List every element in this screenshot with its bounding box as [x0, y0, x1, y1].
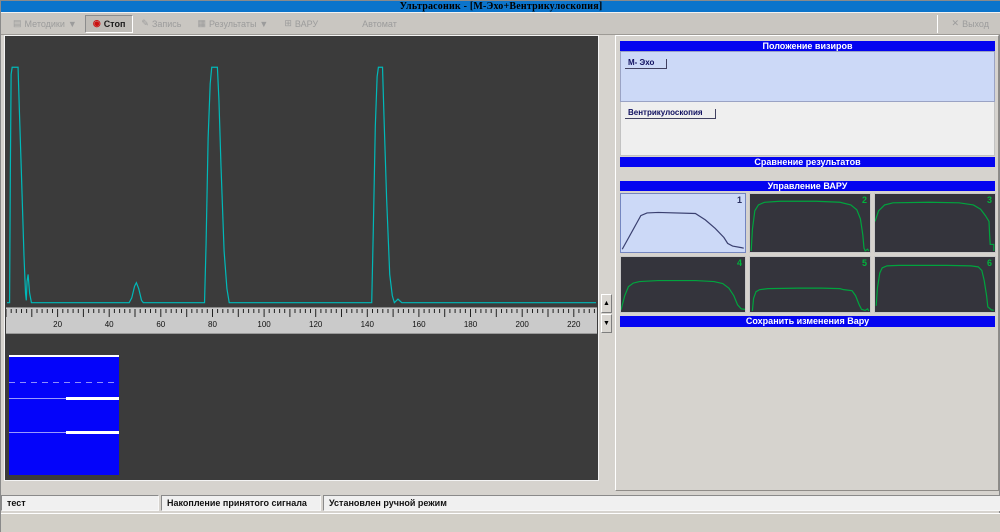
scroll-strip: ▲ ▼ — [600, 35, 613, 481]
scroll-down-button[interactable]: ▼ — [601, 314, 612, 333]
document-title: [М-Эхо+Вентрикулоскопия] — [469, 1, 603, 12]
svg-text:80: 80 — [208, 320, 217, 329]
svg-text:40: 40 — [105, 320, 114, 329]
varu-panel-3[interactable]: 3 — [874, 193, 996, 253]
exit-icon: ✕ — [951, 18, 960, 28]
echo-line-low-left — [9, 432, 67, 433]
results-button[interactable]: ▦ Результаты ▼ — [190, 15, 277, 33]
scroll-up-button[interactable]: ▲ — [601, 294, 612, 313]
varu-panel-5[interactable]: 5 — [749, 256, 871, 313]
visors-header: Положение визиров — [620, 41, 995, 51]
auto-button[interactable]: Автомат — [354, 15, 405, 33]
mecho-visor-box: М- Эхо — [620, 51, 995, 102]
echo-chart-panel: 20 40 60 80 100 120 140 160 180 200 220 — [4, 35, 599, 481]
toolbar-separator — [936, 14, 938, 33]
scroll-down-icon: ▼ — [603, 320, 610, 327]
save-varu-button[interactable]: Сохранить изменения Вару — [620, 316, 995, 327]
varu-panel-6[interactable]: 6 — [874, 256, 996, 313]
m-echo-waveform — [7, 38, 596, 304]
chevron-down-icon: ▼ — [67, 18, 77, 29]
vent-visor-box: Вентрикулоскопия — [620, 102, 995, 156]
svg-text:120: 120 — [309, 320, 323, 329]
exit-button[interactable]: ✕ Выход — [944, 15, 997, 33]
tab-mecho[interactable]: М- Эхо — [625, 59, 668, 69]
status-signal: Накопление принятого сигнала — [161, 495, 321, 511]
varu-button[interactable]: ⊞ ВАРУ — [276, 15, 326, 33]
svg-text:160: 160 — [412, 320, 426, 329]
echo-line-mid-right — [66, 397, 119, 400]
app-title: Ультрасоник - — [399, 1, 470, 12]
tab-ventriculoscopy[interactable]: Вентрикулоскопия — [625, 109, 716, 119]
varu-panel-1[interactable]: 1 — [620, 193, 746, 253]
ventriculoscopy-image — [9, 355, 119, 475]
svg-text:60: 60 — [156, 320, 165, 329]
svg-text:140: 140 — [361, 320, 375, 329]
bottom-panel — [1, 513, 1000, 532]
svg-text:220: 220 — [567, 320, 581, 329]
main-toolbar: ▤ Методики ▼ ◉ Стоп ✎ Запись ▦ Результат… — [1, 12, 1000, 35]
varu-panel-4[interactable]: 4 — [620, 256, 746, 313]
stop-icon: ◉ — [92, 18, 101, 28]
varu-row-2: 4 5 6 — [620, 256, 996, 313]
svg-text:200: 200 — [516, 320, 530, 329]
results-icon: ▦ — [197, 18, 207, 28]
svg-text:20: 20 — [53, 320, 62, 329]
methods-button[interactable]: ▤ Методики ▼ — [5, 15, 85, 33]
varu-grid: 1 2 3 4 5 6 — [620, 193, 996, 316]
window-titlebar: Ультрасоник - [М-Эхо+Вентрикулоскопия] — [1, 1, 1000, 12]
svg-text:180: 180 — [464, 320, 478, 329]
chevron-down-icon: ▼ — [259, 18, 269, 29]
record-button[interactable]: ✎ Запись — [133, 15, 189, 33]
echo-line-low-right — [66, 431, 119, 434]
record-icon: ✎ — [141, 18, 149, 28]
scroll-up-icon: ▲ — [603, 300, 610, 307]
methods-icon: ▤ — [13, 18, 22, 28]
varu-icon: ⊞ — [284, 18, 292, 28]
stop-button[interactable]: ◉ Стоп — [84, 14, 134, 33]
varu-panel-2[interactable]: 2 — [749, 193, 871, 253]
compare-results-button[interactable]: Сравнение результатов — [620, 157, 995, 167]
x-axis-ruler: 20 40 60 80 100 120 140 160 180 200 220 — [5, 307, 597, 334]
echo-line-mid-left — [9, 398, 67, 399]
status-patient: тест — [1, 495, 159, 511]
control-panel: Положение визиров М- Эхо Вентрикулоскопи… — [615, 35, 999, 491]
status-bar: тест Накопление принятого сигнала Устано… — [1, 495, 1000, 511]
echo-line-faint — [9, 382, 119, 383]
varu-control-header: Управление ВАРУ — [620, 181, 995, 191]
svg-text:100: 100 — [257, 320, 271, 329]
status-mode: Установлен ручной режим — [323, 495, 1000, 511]
varu-row-1: 1 2 3 — [620, 193, 996, 253]
